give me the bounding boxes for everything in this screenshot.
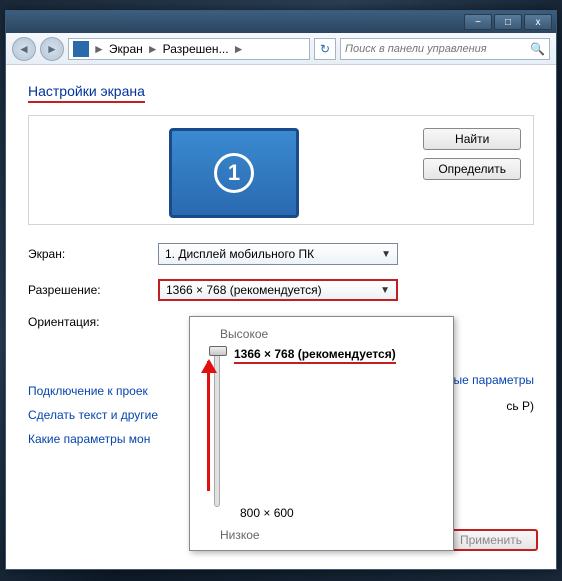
- selected-resolution[interactable]: 1366 × 768 (рекомендуется): [234, 347, 396, 364]
- breadcrumb-item[interactable]: Разрешен...: [163, 42, 229, 56]
- resolution-dropdown: Высокое 1366 × 768 (рекомендуется) 800 ×…: [189, 316, 454, 551]
- breadcrumb-item[interactable]: Экран: [109, 42, 143, 56]
- page-title: Настройки экрана: [28, 83, 145, 103]
- breadcrumb[interactable]: ► Экран ► Разрешен... ►: [68, 38, 310, 60]
- search-icon: 🔍: [530, 42, 545, 56]
- resolution-value: 1366 × 768 (рекомендуется): [166, 283, 322, 297]
- breadcrumb-sep-icon: ►: [91, 42, 107, 56]
- breadcrumb-sep-icon: ►: [231, 42, 247, 56]
- min-resolution-label: 800 × 600: [240, 506, 294, 520]
- apply-button[interactable]: Применить: [444, 529, 538, 551]
- chevron-down-icon: ▼: [381, 249, 391, 260]
- titlebar: − □ x: [6, 11, 556, 33]
- resolution-select[interactable]: 1366 × 768 (рекомендуется) ▼: [158, 279, 398, 301]
- breadcrumb-sep-icon: ►: [145, 42, 161, 56]
- forward-button[interactable]: ►: [40, 37, 64, 61]
- screen-value: 1. Дисплей мобильного ПК: [165, 247, 314, 261]
- detect-button[interactable]: Определить: [423, 158, 521, 180]
- projector-suffix-text: сь P): [506, 399, 534, 413]
- back-button[interactable]: ◄: [12, 37, 36, 61]
- search-input[interactable]: [345, 43, 530, 55]
- close-button[interactable]: x: [524, 14, 552, 30]
- monitor-thumbnail[interactable]: 1: [169, 128, 299, 218]
- find-button[interactable]: Найти: [423, 128, 521, 150]
- resolution-label: Разрешение:: [28, 283, 158, 297]
- display-preview-panel: 1 Найти Определить: [28, 115, 534, 225]
- control-panel-window: − □ x ◄ ► ► Экран ► Разрешен... ► ↻ 🔍 На…: [5, 10, 557, 570]
- resolution-slider[interactable]: [214, 347, 220, 507]
- slider-thumb[interactable]: [209, 346, 227, 356]
- orientation-label: Ориентация:: [28, 315, 158, 329]
- refresh-button[interactable]: ↻: [314, 38, 336, 60]
- display-icon: [73, 41, 89, 57]
- slider-high-label: Высокое: [220, 327, 439, 341]
- slider-low-label: Низкое: [220, 528, 439, 542]
- navbar: ◄ ► ► Экран ► Разрешен... ► ↻ 🔍: [6, 33, 556, 65]
- minimize-button[interactable]: −: [464, 14, 492, 30]
- chevron-down-icon: ▼: [380, 285, 390, 296]
- screen-label: Экран:: [28, 247, 158, 261]
- maximize-button[interactable]: □: [494, 14, 522, 30]
- monitor-number: 1: [214, 153, 254, 193]
- screen-select[interactable]: 1. Дисплей мобильного ПК ▼: [158, 243, 398, 265]
- search-box[interactable]: 🔍: [340, 38, 550, 60]
